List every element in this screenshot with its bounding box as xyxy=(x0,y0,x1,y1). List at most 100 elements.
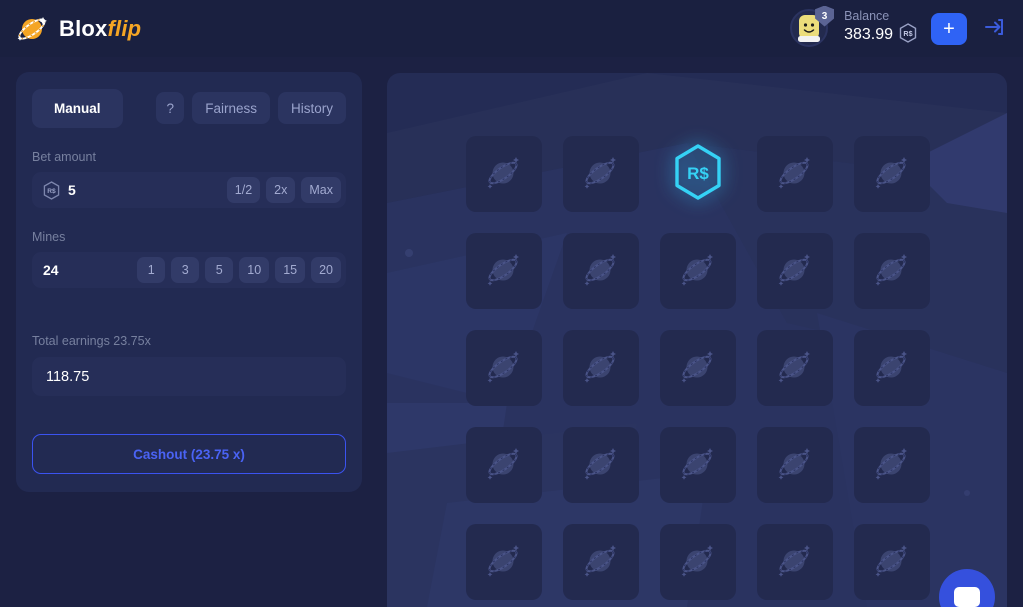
bet-amount-label: Bet amount xyxy=(32,150,96,164)
planet-tile-icon xyxy=(774,151,816,198)
planet-tile-icon xyxy=(774,248,816,295)
mines-chip-1[interactable]: 1 xyxy=(137,257,166,283)
planet-tile-icon xyxy=(677,442,719,489)
planet-tile-icon xyxy=(774,442,816,489)
planet-tile-icon xyxy=(580,539,622,586)
mines-field[interactable]: 24 1 3 5 10 15 20 xyxy=(32,252,346,288)
app-header: Bloxflip 3 Balance 383.99 R$ + xyxy=(0,0,1023,57)
planet-tile-icon xyxy=(483,248,525,295)
bet-amount-field[interactable]: R$ 5 1/2 2x Max xyxy=(32,172,346,208)
brand-name: Bloxflip xyxy=(59,16,141,42)
robux-icon: R$ xyxy=(899,23,917,48)
mines-chip-10[interactable]: 10 xyxy=(239,257,270,283)
tile-17[interactable] xyxy=(660,427,736,503)
tab-manual[interactable]: Manual xyxy=(32,88,123,128)
planet-tile-icon xyxy=(677,345,719,392)
planet-tile-icon xyxy=(580,151,622,198)
tile-5[interactable] xyxy=(466,233,542,309)
planet-tile-icon xyxy=(677,248,719,295)
bet-controls-panel: Manual ? Fairness History Bet amount R$ … xyxy=(16,72,362,492)
brand-suffix-text: flip xyxy=(107,15,142,41)
tile-23[interactable] xyxy=(757,524,833,600)
help-button[interactable]: ? xyxy=(156,92,185,124)
balance-row: 383.99 R$ xyxy=(844,23,917,48)
bet-chip-double[interactable]: 2x xyxy=(266,177,296,203)
mines-chip-3[interactable]: 3 xyxy=(171,257,200,283)
robux-icon: R$ xyxy=(43,180,60,200)
svg-text:R$: R$ xyxy=(47,188,56,195)
deposit-button[interactable]: + xyxy=(931,12,967,45)
planet-tile-icon xyxy=(580,248,622,295)
utility-tabs-group: ? Fairness History xyxy=(156,92,346,124)
svg-text:R$: R$ xyxy=(687,164,709,183)
bet-chip-half[interactable]: 1/2 xyxy=(226,177,261,203)
mode-tabs-row: Manual ? Fairness History xyxy=(32,88,346,128)
avatar[interactable]: 3 xyxy=(790,5,835,49)
planet-tile-icon xyxy=(483,442,525,489)
bet-chip-group: 1/2 2x Max xyxy=(226,177,341,203)
cashout-button[interactable]: Cashout (23.75 x) xyxy=(32,434,346,474)
planet-tile-icon xyxy=(871,151,913,198)
tile-10[interactable] xyxy=(466,330,542,406)
mines-chip-20[interactable]: 20 xyxy=(311,257,341,283)
planet-tile-icon xyxy=(871,345,913,392)
balance-label: Balance xyxy=(844,8,890,23)
mines-chip-5[interactable]: 5 xyxy=(205,257,234,283)
balance-value: 383.99 xyxy=(844,26,893,44)
tile-19[interactable] xyxy=(854,427,930,503)
planet-tile-icon xyxy=(483,345,525,392)
mines-chip-15[interactable]: 15 xyxy=(275,257,306,283)
tile-24[interactable] xyxy=(854,524,930,600)
planet-tile-icon xyxy=(871,539,913,586)
tile-14[interactable] xyxy=(854,330,930,406)
mines-chip-group: 1 3 5 10 15 20 xyxy=(137,257,341,283)
game-board-panel: R$ xyxy=(387,73,1007,607)
tile-2-revealed-gem[interactable]: R$ xyxy=(660,136,736,212)
login-button[interactable] xyxy=(981,14,1009,44)
chat-support-icon xyxy=(954,587,980,607)
tile-3[interactable] xyxy=(757,136,833,212)
tile-18[interactable] xyxy=(757,427,833,503)
fairness-button[interactable]: Fairness xyxy=(192,92,270,124)
bet-chip-max[interactable]: Max xyxy=(301,177,341,203)
planet-tile-icon xyxy=(483,539,525,586)
history-button[interactable]: History xyxy=(277,92,346,124)
tile-20[interactable] xyxy=(466,524,542,600)
brand-name-text: Blox xyxy=(59,15,108,41)
planet-tile-icon xyxy=(774,539,816,586)
mines-grid: R$ xyxy=(466,136,930,600)
tile-0[interactable] xyxy=(466,136,542,212)
tile-16[interactable] xyxy=(563,427,639,503)
planet-tile-icon xyxy=(580,345,622,392)
header-right-group: 3 Balance 383.99 R$ + xyxy=(790,5,1009,49)
planet-tile-icon xyxy=(483,151,525,198)
svg-text:R$: R$ xyxy=(903,29,912,38)
balance-display: Balance 383.99 R$ xyxy=(844,9,917,49)
planet-tile-icon xyxy=(580,442,622,489)
planet-tile-icon xyxy=(871,442,913,489)
tile-4[interactable] xyxy=(854,136,930,212)
mines-input[interactable]: 24 xyxy=(43,262,59,278)
total-earnings-label: Total earnings 23.75x xyxy=(32,334,151,348)
planet-tile-icon xyxy=(677,539,719,586)
robux-gem-icon: R$ xyxy=(672,143,724,206)
tile-22[interactable] xyxy=(660,524,736,600)
login-arrow-icon xyxy=(984,17,1006,40)
planet-tile-icon xyxy=(774,345,816,392)
tile-1[interactable] xyxy=(563,136,639,212)
tile-6[interactable] xyxy=(563,233,639,309)
brand-logo-group[interactable]: Bloxflip xyxy=(16,12,141,46)
mines-label: Mines xyxy=(32,230,66,244)
planet-tile-icon xyxy=(871,248,913,295)
tile-7[interactable] xyxy=(660,233,736,309)
planet-logo-icon xyxy=(16,12,50,46)
tile-21[interactable] xyxy=(563,524,639,600)
tile-9[interactable] xyxy=(854,233,930,309)
total-earnings-value: 118.75 xyxy=(32,357,346,396)
tile-13[interactable] xyxy=(757,330,833,406)
bet-amount-input[interactable]: 5 xyxy=(68,182,76,198)
tile-8[interactable] xyxy=(757,233,833,309)
tile-11[interactable] xyxy=(563,330,639,406)
tile-12[interactable] xyxy=(660,330,736,406)
tile-15[interactable] xyxy=(466,427,542,503)
